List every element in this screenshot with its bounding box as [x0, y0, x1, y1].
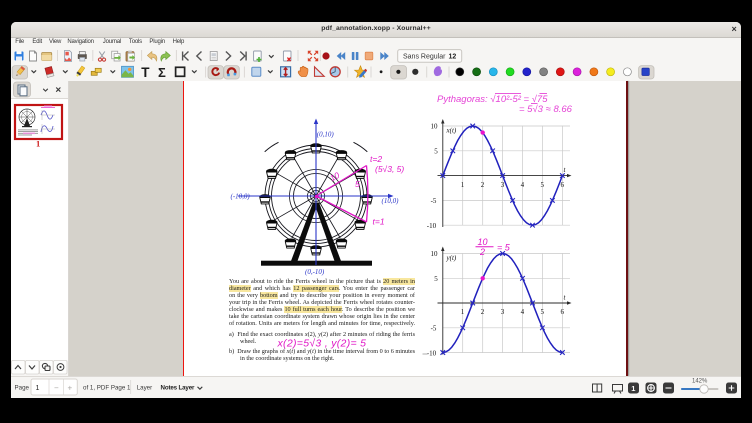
svg-text:x(t): x(t): [446, 127, 457, 135]
svg-text:(5√3, 5): (5√3, 5): [375, 164, 404, 174]
svg-text:t=2: t=2: [370, 154, 382, 164]
svg-text:5: 5: [541, 308, 545, 316]
svg-text:3: 3: [501, 181, 505, 189]
svg-text:10: 10: [431, 250, 439, 258]
svg-text:-5: -5: [431, 325, 437, 333]
svg-text:4: 4: [521, 181, 525, 189]
svg-text:Notes Layer: Notes Layer: [161, 385, 196, 392]
svg-text:10: 10: [478, 237, 488, 247]
svg-text:2: 2: [481, 181, 485, 189]
svg-text:t: t: [564, 166, 567, 174]
svg-text:Sans Regular: Sans Regular: [403, 53, 446, 60]
svg-text:1: 1: [631, 384, 635, 393]
svg-text:2: 2: [479, 247, 485, 257]
svg-text:5: 5: [541, 181, 545, 189]
svg-text:Layer: Layer: [137, 385, 152, 392]
svg-text:Σ: Σ: [158, 65, 166, 80]
svg-text:+: +: [68, 384, 73, 393]
svg-text:(-10,0): (-10,0): [231, 192, 251, 200]
svg-text:-10: -10: [427, 222, 437, 230]
svg-text:6: 6: [561, 181, 565, 189]
svg-text:(10,0): (10,0): [382, 197, 400, 205]
svg-text:y(t): y(t): [446, 254, 457, 262]
svg-text:−: −: [54, 384, 59, 393]
svg-text:5: 5: [434, 275, 438, 283]
svg-text:= 5: = 5: [497, 243, 511, 253]
svg-text:12: 12: [449, 53, 457, 60]
svg-text:5: 5: [434, 147, 438, 155]
svg-text:10: 10: [431, 123, 439, 131]
svg-text:1: 1: [461, 181, 465, 189]
svg-text:1: 1: [461, 308, 465, 316]
svg-text:3: 3: [501, 308, 505, 316]
svg-text:T: T: [141, 65, 150, 80]
svg-text:4: 4: [521, 308, 525, 316]
svg-text:of 1, PDF Page 1: of 1, PDF Page 1: [83, 385, 131, 392]
svg-text:6: 6: [561, 308, 565, 316]
svg-text:5: 5: [355, 179, 360, 189]
svg-text:2: 2: [481, 308, 485, 316]
svg-text:t: t: [564, 293, 567, 301]
svg-text:-10: -10: [427, 349, 437, 357]
svg-text:-5: -5: [431, 197, 437, 205]
svg-text:1: 1: [36, 385, 40, 392]
svg-text:142%: 142%: [692, 379, 708, 385]
svg-text:= 5√3 ≈ 8.66: = 5√3 ≈ 8.66: [519, 104, 573, 115]
svg-text:Page: Page: [15, 385, 30, 392]
svg-text:t=1: t=1: [373, 217, 385, 227]
svg-text:(0,-10): (0,-10): [305, 268, 325, 276]
svg-text:1: 1: [36, 139, 40, 149]
svg-text:(0,10): (0,10): [317, 131, 335, 139]
